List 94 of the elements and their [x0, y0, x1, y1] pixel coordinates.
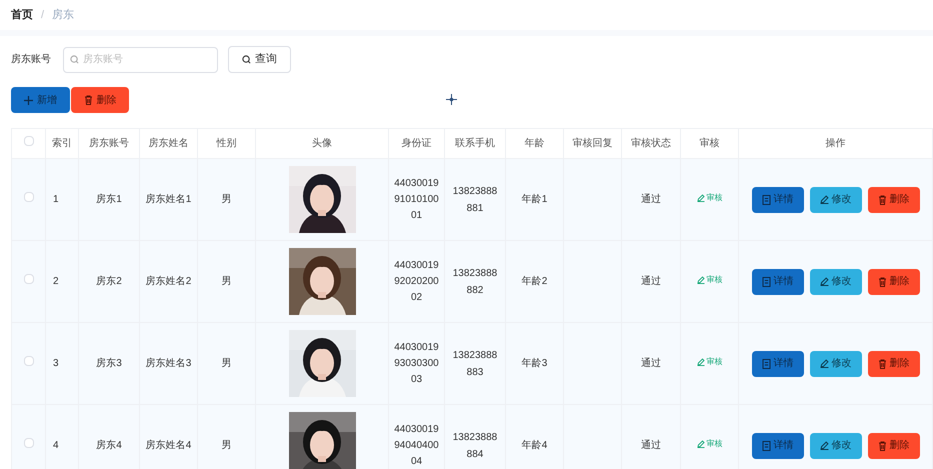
search-field[interactable]: 房东账号: [63, 46, 218, 72]
table-cell: 2: [53, 276, 59, 287]
table-cell-text: 13823888883: [452, 348, 498, 380]
table-cell: 男: [222, 276, 232, 287]
table-cell-text: 13823888882: [452, 266, 498, 298]
edit-button[interactable]: 修改: [810, 350, 862, 376]
crosshair-icon: [446, 94, 457, 105]
document-icon: [762, 276, 770, 286]
search-icon: [70, 55, 79, 64]
column-header: 审核回复: [572, 138, 612, 149]
delete-button[interactable]: 删除: [868, 268, 920, 294]
table-cell: 房东姓名1: [146, 194, 192, 205]
search-label: 房东账号: [11, 52, 51, 66]
row-checkbox[interactable]: [24, 356, 34, 366]
delete-button[interactable]: 删除: [868, 350, 920, 376]
edit-button[interactable]: 修改: [810, 186, 862, 212]
column-header: 房东账号: [89, 138, 129, 149]
row-checkbox[interactable]: [24, 274, 34, 284]
column-header: 审核: [700, 138, 720, 149]
table-cell-text: 440300199404040004: [393, 422, 440, 468]
table-cell: 4: [53, 440, 59, 451]
edit-button[interactable]: 修改: [810, 432, 862, 458]
add-button[interactable]: 新增: [11, 87, 70, 113]
pencil-icon: [820, 359, 828, 368]
delete-button[interactable]: 删除: [868, 186, 920, 212]
table-cell: 3: [53, 358, 59, 369]
table-cell: 通过: [641, 440, 661, 451]
document-icon: [762, 358, 770, 368]
table-cell-text: 440300199101010001: [393, 176, 440, 222]
document-icon: [762, 440, 770, 450]
detail-button[interactable]: 详情: [752, 350, 804, 376]
table-cell-text: 13823888884: [452, 430, 498, 462]
table-cell: 房东姓名4: [146, 440, 192, 451]
table-cell: 房东3: [96, 358, 122, 369]
row-checkbox[interactable]: [24, 438, 34, 448]
table-cell: 年龄4: [522, 440, 548, 451]
trash-icon: [878, 194, 886, 204]
query-button[interactable]: 查询: [228, 46, 291, 72]
column-header: 联系手机: [455, 138, 495, 149]
delete-button[interactable]: 删除: [868, 432, 920, 458]
table-cell: 男: [222, 440, 232, 451]
table-cell: 男: [222, 358, 232, 369]
pencil-icon: [820, 441, 828, 450]
trash-icon: [878, 276, 886, 286]
select-all-checkbox[interactable]: [24, 136, 34, 146]
pencil-icon: [820, 195, 828, 204]
table-cell: 年龄1: [522, 194, 548, 205]
row-checkbox[interactable]: [24, 192, 34, 202]
document-icon: [762, 194, 770, 204]
table-cell: 房东姓名3: [146, 358, 192, 369]
audit-link[interactable]: 审核: [696, 192, 722, 204]
trash-icon: [84, 95, 92, 105]
table-cell: 通过: [641, 276, 661, 287]
column-header: 审核状态: [631, 138, 671, 149]
audit-link[interactable]: 审核: [696, 356, 722, 368]
breadcrumb-link[interactable]: 首页: [11, 6, 33, 24]
trash-icon: [878, 440, 886, 450]
breadcrumb-current: 房东: [52, 8, 74, 23]
table-cell: 1: [53, 194, 59, 205]
column-header: 性别: [216, 138, 236, 149]
table-cell: 男: [222, 194, 232, 205]
detail-button[interactable]: 详情: [752, 268, 804, 294]
table-cell: 年龄2: [522, 276, 548, 287]
audit-link[interactable]: 审核: [696, 438, 722, 450]
table-cell-text: 440300199303030003: [393, 340, 440, 386]
breadcrumb-separator: /: [41, 8, 44, 23]
column-header: 索引: [52, 138, 72, 149]
pencil-icon: [696, 194, 704, 202]
table-cell-text: 440300199202020002: [393, 258, 440, 304]
pencil-icon: [820, 277, 828, 286]
table-cell: 房东1: [96, 194, 122, 205]
table-cell-text: 13823888881: [452, 184, 498, 216]
pencil-icon: [696, 358, 704, 366]
pencil-icon: [696, 440, 704, 448]
table-cell: 年龄3: [522, 358, 548, 369]
column-header: 身份证: [402, 138, 432, 149]
detail-button[interactable]: 详情: [752, 432, 804, 458]
column-header: 房东姓名: [148, 138, 188, 149]
plus-icon: [24, 96, 33, 104]
table-cell: 房东4: [96, 440, 122, 451]
table-cell: 通过: [641, 358, 661, 369]
column-header: 头像: [312, 138, 332, 149]
pencil-icon: [696, 276, 704, 284]
table-cell: 通过: [641, 194, 661, 205]
trash-icon: [878, 358, 886, 368]
delete-button[interactable]: 删除: [71, 87, 129, 113]
column-header: 操作: [826, 138, 846, 149]
search-icon: [242, 54, 251, 64]
detail-button[interactable]: 详情: [752, 186, 804, 212]
column-header: 年龄: [524, 138, 544, 149]
edit-button[interactable]: 修改: [810, 268, 862, 294]
table-cell: 房东2: [96, 276, 122, 287]
table-cell: 房东姓名2: [146, 276, 192, 287]
audit-link[interactable]: 审核: [696, 274, 722, 286]
